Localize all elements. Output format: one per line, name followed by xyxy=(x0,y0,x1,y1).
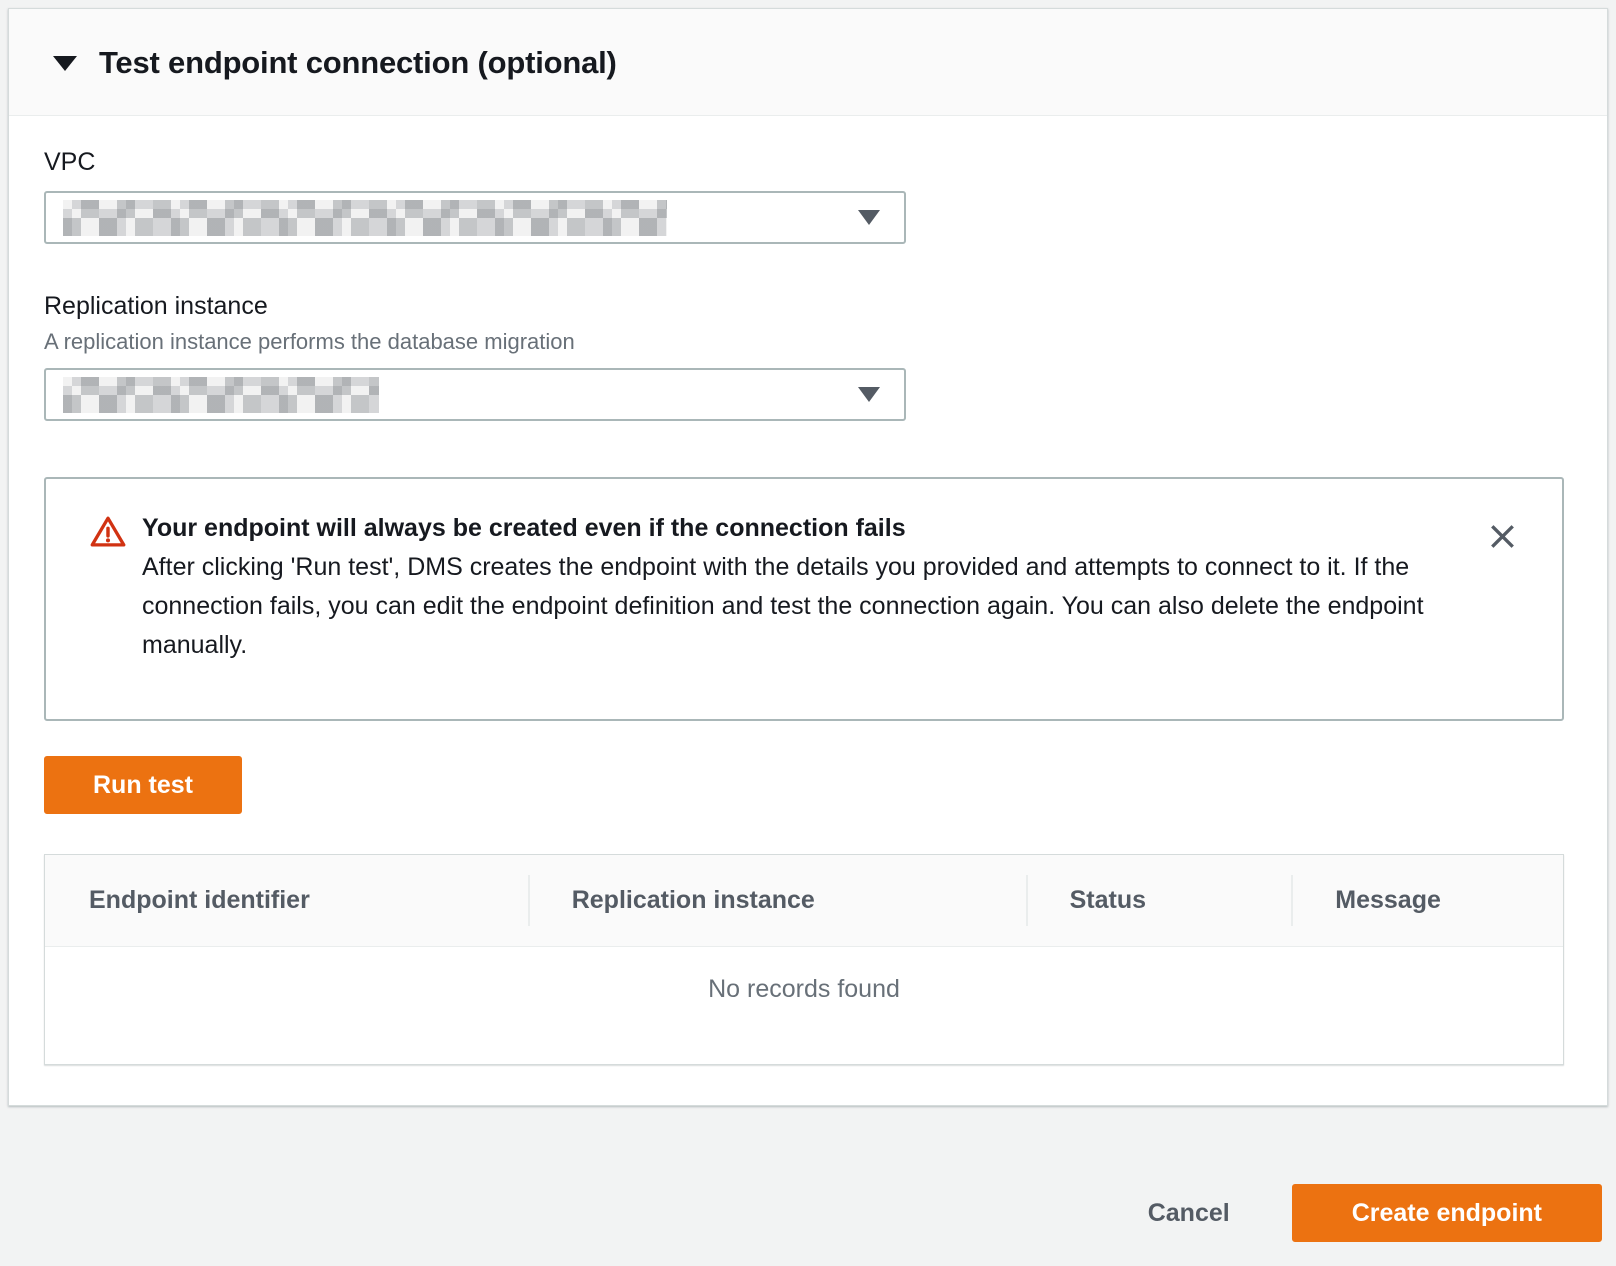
test-results-table: Endpoint identifier Replication instance… xyxy=(44,854,1564,1065)
warning-alert-close-icon[interactable] xyxy=(1487,521,1518,552)
replication-instance-select-chevron-down-icon xyxy=(858,387,880,402)
section-body: VPC Replication instance A replication i… xyxy=(9,116,1607,1105)
vpc-select-chevron-down-icon xyxy=(858,210,880,225)
vpc-select[interactable] xyxy=(44,191,906,244)
replication-instance-description: A replication instance performs the data… xyxy=(44,329,1564,355)
column-header-message: Message xyxy=(1291,855,1563,946)
replication-instance-field: Replication instance A replication insta… xyxy=(44,292,1564,421)
cancel-button[interactable]: Cancel xyxy=(1128,1189,1250,1238)
warning-alert-title: Your endpoint will always be created eve… xyxy=(142,509,1442,548)
form-footer-actions: Cancel Create endpoint xyxy=(0,1106,1616,1242)
column-header-status: Status xyxy=(1026,855,1292,946)
warning-alert-body: After clicking 'Run test', DMS creates t… xyxy=(142,548,1442,665)
run-test-button[interactable]: Run test xyxy=(44,756,242,814)
test-endpoint-connection-section: Test endpoint connection (optional) VPC … xyxy=(8,8,1608,1106)
table-empty-state: No records found xyxy=(45,947,1563,1064)
replication-instance-select[interactable] xyxy=(44,368,906,421)
warning-alert-text: Your endpoint will always be created eve… xyxy=(142,509,1442,665)
vpc-selected-value-redacted xyxy=(63,200,667,236)
column-header-endpoint-identifier: Endpoint identifier xyxy=(45,855,528,946)
section-header-toggle[interactable]: Test endpoint connection (optional) xyxy=(9,9,1607,116)
section-title: Test endpoint connection (optional) xyxy=(99,45,617,81)
vpc-field: VPC xyxy=(44,148,1564,244)
create-endpoint-button[interactable]: Create endpoint xyxy=(1292,1184,1602,1242)
column-header-replication-instance: Replication instance xyxy=(528,855,1026,946)
warning-alert: Your endpoint will always be created eve… xyxy=(44,477,1564,721)
table-header-row: Endpoint identifier Replication instance… xyxy=(45,855,1563,947)
section-collapse-triangle-icon xyxy=(53,56,77,71)
replication-instance-selected-value-redacted xyxy=(63,377,379,413)
replication-instance-label: Replication instance xyxy=(44,292,1564,321)
vpc-label: VPC xyxy=(44,148,1564,177)
warning-triangle-icon xyxy=(90,514,126,555)
